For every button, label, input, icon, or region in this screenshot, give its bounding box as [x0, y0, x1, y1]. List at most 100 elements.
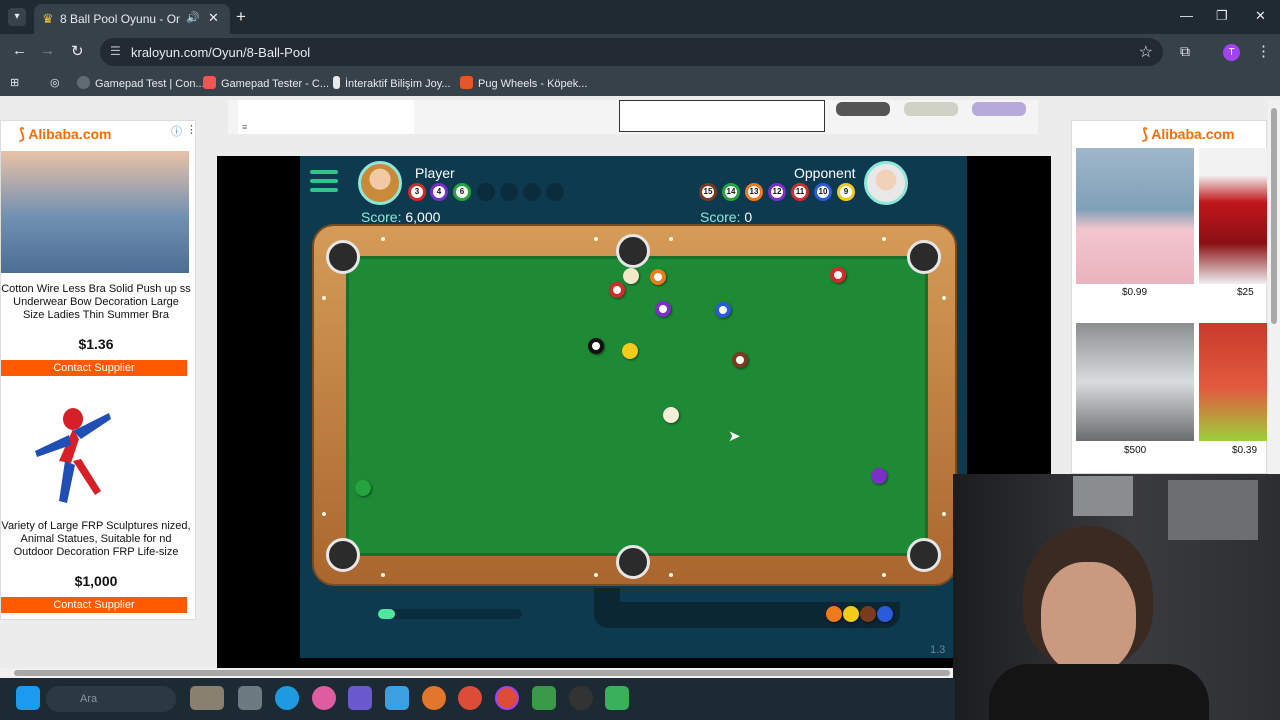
address-bar[interactable]: ☰ kraloyun.com/Oyun/8-Ball-Pool ☆ — [100, 38, 1163, 66]
opponent-ball-13: 13 — [745, 183, 763, 201]
bookmark-interaktif[interactable]: İnteraktif Bilişim Joy... — [333, 76, 451, 90]
firefox-icon[interactable] — [422, 686, 446, 710]
player-ball-4: 4 — [430, 183, 448, 201]
tab-title: 8 Ball Pool Oyunu - Online — [60, 12, 180, 26]
minimize-icon[interactable]: — — [1180, 8, 1193, 23]
pocket — [326, 538, 360, 572]
bookmark-gamepad-tester[interactable]: Gamepad Tester - C... — [203, 76, 329, 90]
product-price: $0.99 — [1122, 287, 1148, 298]
chrome-icon[interactable] — [458, 686, 482, 710]
webcam-overlay — [953, 474, 1280, 720]
scrollbar-thumb[interactable] — [1271, 108, 1277, 324]
app-icon[interactable] — [605, 686, 629, 710]
extensions-icon[interactable]: ⧉ — [1180, 43, 1190, 60]
tray-ball — [877, 606, 893, 622]
reload-icon[interactable]: ↻ — [71, 42, 84, 60]
empty-ball-slot — [477, 183, 495, 201]
back-icon[interactable]: ← — [12, 42, 27, 59]
shoe-image[interactable] — [972, 102, 1026, 116]
horizontal-scrollbar[interactable] — [0, 668, 955, 678]
copilot-icon[interactable] — [312, 686, 336, 710]
product-title[interactable]: Variety of Large FRP Sculptures nized, A… — [1, 520, 191, 559]
forward-icon[interactable]: → — [40, 42, 55, 59]
profile-avatar[interactable]: T — [1223, 44, 1240, 61]
product-image[interactable] — [1, 151, 189, 273]
product-image[interactable] — [1076, 323, 1194, 441]
bookmark-gamepad-test[interactable]: Gamepad Test | Con... — [77, 76, 205, 90]
teams-icon[interactable] — [348, 686, 372, 710]
alibaba-logo[interactable]: ⟆ Alibaba.com — [19, 125, 111, 143]
top-banner-ad[interactable]: ≡ — [228, 100, 1038, 134]
ball-12 — [655, 301, 671, 317]
close-tab-icon[interactable]: ✕ — [208, 10, 219, 26]
spiderman-statue-image[interactable] — [29, 391, 117, 509]
tray-ball — [860, 606, 876, 622]
tab-search-button[interactable]: ▾ — [8, 8, 26, 26]
person-body — [989, 664, 1209, 720]
wall-poster — [1073, 476, 1133, 516]
browser-menu-icon[interactable]: ⋮ — [1256, 42, 1271, 60]
store-icon[interactable] — [385, 686, 409, 710]
opponent-ball-12: 12 — [768, 183, 786, 201]
apps-grid-icon[interactable]: ⊞ — [10, 76, 19, 89]
person-face — [1041, 562, 1136, 674]
shoe-image[interactable] — [904, 102, 958, 116]
app-icon[interactable] — [569, 686, 593, 710]
chrome-profile-icon[interactable] — [495, 686, 519, 710]
close-window-icon[interactable]: ✕ — [1255, 8, 1266, 24]
active-tab[interactable]: ♛ 8 Ball Pool Oyunu - Online 🔊 ✕ — [34, 4, 230, 34]
product-image[interactable] — [1076, 148, 1194, 284]
ball-13 — [650, 269, 666, 285]
ball-14 — [355, 480, 371, 496]
ad-menu-icon[interactable]: ≡ — [242, 122, 247, 132]
product-image[interactable] — [1199, 323, 1267, 441]
crown-icon: ♛ — [42, 11, 54, 26]
product-price: $25 — [1237, 287, 1254, 298]
opponent-ball-10: 10 — [814, 183, 832, 201]
opponent-ball-11: 11 — [791, 183, 809, 201]
maximize-icon[interactable]: ❐ — [1216, 8, 1228, 24]
controller-icon — [203, 76, 216, 89]
ad-options-icon[interactable]: ⋮ — [186, 123, 197, 136]
weather-widget-icon[interactable] — [190, 686, 224, 710]
product-price: $1.36 — [78, 336, 114, 352]
opponent-score: Score: 0 — [700, 209, 753, 225]
cue-ball[interactable] — [663, 407, 679, 423]
task-view-icon[interactable] — [238, 686, 262, 710]
product-price: $500 — [1124, 445, 1147, 456]
left-ad[interactable]: ⟆ Alibaba.com ⓘ ⋮ Cotton Wire Less Bra S… — [0, 120, 197, 620]
product-title[interactable]: Cotton Wire Less Bra Solid Push up ss Un… — [1, 283, 191, 322]
bookmark-pug-wheels[interactable]: Pug Wheels - Köpek... — [460, 76, 587, 90]
power-meter[interactable] — [378, 609, 522, 619]
power-fill — [378, 609, 396, 619]
product-image[interactable] — [1199, 148, 1267, 284]
edge-icon[interactable] — [275, 686, 299, 710]
ad-info-icon[interactable]: ⓘ — [171, 123, 182, 139]
bookmark-star-icon[interactable]: ☆ — [1139, 42, 1153, 62]
globe-icon[interactable]: ◎ — [50, 76, 60, 89]
alibaba-logo[interactable]: ⟆ Alibaba.com — [1142, 125, 1234, 143]
taskbar-search[interactable]: Ara — [46, 686, 176, 712]
product-price: $0.39 — [1232, 445, 1258, 456]
player-name: Player — [415, 165, 455, 181]
player-ball-3: 3 — [408, 183, 426, 201]
game-menu-icon[interactable] — [310, 170, 338, 192]
tray-ball — [843, 606, 859, 622]
windows-start-icon[interactable] — [16, 686, 40, 710]
ad-slot[interactable]: ≡ — [238, 100, 414, 134]
ball-11 — [609, 282, 625, 298]
pool-table-cloth[interactable] — [346, 256, 928, 556]
ad-slot-selected[interactable] — [619, 100, 825, 132]
app-icon[interactable] — [532, 686, 556, 710]
ball-8 — [588, 338, 604, 354]
new-tab-button[interactable]: + — [236, 7, 246, 27]
speaker-icon[interactable]: 🔊 — [186, 11, 200, 24]
globe-icon — [77, 76, 90, 89]
ball-15 — [732, 352, 748, 368]
site-info-icon[interactable]: ☰ — [110, 44, 121, 58]
scrollbar-thumb[interactable] — [14, 670, 950, 676]
contact-supplier-button[interactable]: Contact Supplier — [1, 597, 187, 613]
shoe-image[interactable] — [836, 102, 890, 116]
contact-supplier-button[interactable]: Contact Supplier — [1, 360, 187, 376]
right-ad[interactable]: ⟆ Alibaba.com $0.99 $25 $500 $0.39 — [1071, 120, 1267, 474]
